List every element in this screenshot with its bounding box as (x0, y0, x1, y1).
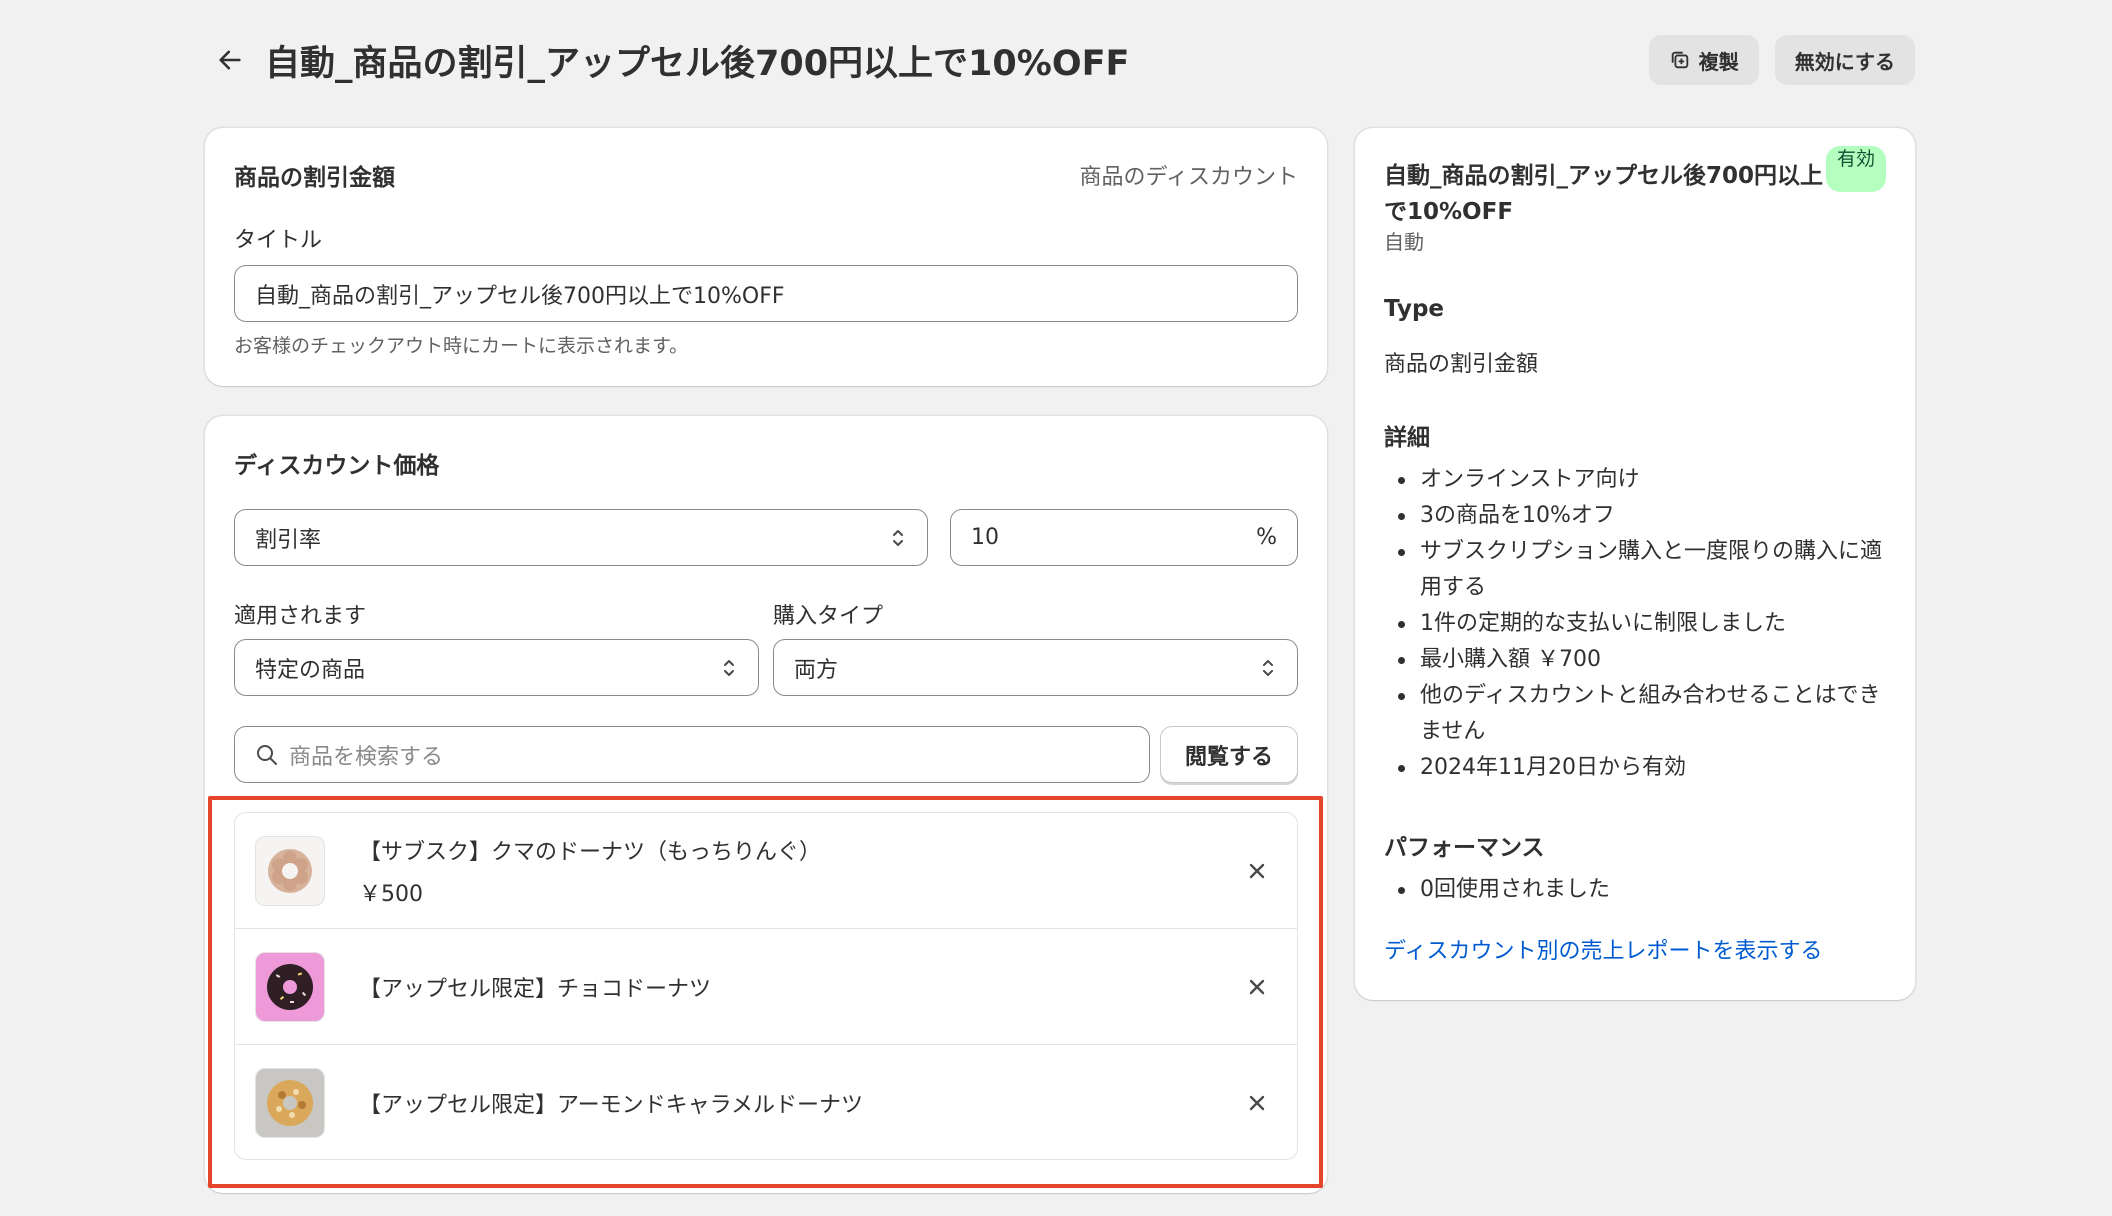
performance-list: 0回使用されました (1390, 872, 1890, 908)
detail-item: 他のディスカウントと組み合わせることはできません (1390, 678, 1890, 750)
card-header: 商品の割引金額 商品のディスカウント (234, 158, 1298, 192)
detail-item: オンラインストア向け (1390, 462, 1890, 498)
browse-button[interactable]: 閲覧する (1160, 726, 1298, 783)
title-help-text: お客様のチェックアウト時にカートに表示されます。 (234, 335, 689, 357)
details-list: オンラインストア向け 3の商品を10%オフ サブスクリプション購入と一度限りの購… (1390, 462, 1890, 786)
product-info: 【サブスク】クマのドーナツ（もっちりんぐ） ￥500 (359, 834, 1237, 908)
purchase-type-label: 購入タイプ (773, 604, 884, 629)
product-name: 【アップセル限定】アーモンドキャラメルドーナツ (359, 1093, 864, 1118)
product-row: 【アップセル限定】チョコドーナツ (235, 929, 1297, 1045)
card-heading: 商品の割引金額 (234, 165, 395, 191)
title-input-value: 自動_商品の割引_アップセル後700円以上で10%OFF (255, 283, 785, 309)
discount-type-label: 商品のディスカウント (1079, 165, 1298, 190)
summary-card: 自動_商品の割引_アップセル後700円以上で10%OFF 有効 自動 Type … (1355, 128, 1915, 1000)
duplicate-button[interactable]: 複製 (1648, 35, 1759, 85)
deactivate-label: 無効にする (1794, 49, 1895, 74)
type-heading: Type (1384, 296, 1445, 322)
product-search-input[interactable]: 商品を検索する (234, 726, 1150, 783)
selected-products-list: 【サブスク】クマのドーナツ（もっちりんぐ） ￥500 【アップセル限定】チョコド… (234, 812, 1298, 1160)
select-chevron-icon (720, 655, 738, 681)
page-header: 自動_商品の割引_アップセル後700円以上で10%OFF 複製 無効にする (205, 30, 1915, 90)
title-field-label: タイトル (234, 228, 323, 253)
applies-to-select[interactable]: 特定の商品 (234, 639, 759, 696)
product-name: 【サブスク】クマのドーナツ（もっちりんぐ） (359, 839, 822, 865)
value-input[interactable]: 10 % (950, 509, 1298, 566)
applies-to-value: 特定の商品 (255, 657, 366, 683)
detail-item: 1件の定期的な支払いに制限しました (1390, 606, 1890, 642)
percent-suffix: % (1256, 525, 1277, 550)
card-heading: ディスカウント価格 (234, 453, 440, 479)
detail-item: 2024年11月20日から有効 (1390, 750, 1890, 786)
value-type-select[interactable]: 割引率 (234, 509, 928, 566)
discount-title-card: 商品の割引金額 商品のディスカウント タイトル 自動_商品の割引_アップセル後7… (205, 128, 1327, 386)
product-info: 【アップセル限定】アーモンドキャラメルドーナツ (359, 1087, 1237, 1119)
title-input[interactable]: 自動_商品の割引_アップセル後700円以上で10%OFF (234, 265, 1298, 322)
detail-item: サブスクリプション購入と一度限りの購入に適用する (1390, 534, 1890, 606)
detail-item: 最小購入額 ￥700 (1390, 642, 1890, 678)
summary-method: 自動 (1384, 230, 1424, 254)
donut-image-icon (268, 848, 312, 893)
detail-item: 3の商品を10%オフ (1390, 498, 1890, 534)
product-row: 【アップセル限定】アーモンドキャラメルドーナツ (235, 1045, 1297, 1159)
applies-to-label: 適用されます (234, 604, 367, 629)
sales-report-link[interactable]: ディスカウント別の売上レポートを表示する (1384, 933, 1822, 965)
duplicate-label: 複製 (1698, 49, 1739, 74)
status-badge: 有効 (1826, 146, 1886, 192)
close-icon (1249, 1095, 1265, 1111)
select-chevron-icon (889, 525, 907, 551)
performance-item: 0回使用されました (1390, 872, 1890, 908)
deactivate-button[interactable]: 無効にする (1774, 35, 1915, 85)
remove-product-button[interactable] (1237, 967, 1277, 1007)
performance-heading: パフォーマンス (1384, 835, 1545, 861)
arrow-left-icon (219, 50, 241, 70)
close-icon (1249, 863, 1265, 878)
type-value: 商品の割引金額 (1384, 352, 1539, 377)
value-input-value: 10 (971, 525, 999, 550)
details-heading: 詳細 (1384, 425, 1430, 451)
page-title: 自動_商品の割引_アップセル後700円以上で10%OFF (265, 43, 1130, 84)
select-chevron-icon (1259, 655, 1277, 681)
value-type-value: 割引率 (255, 527, 322, 553)
product-info: 【アップセル限定】チョコドーナツ (359, 971, 1237, 1003)
header-actions: 複製 無効にする (1648, 35, 1915, 85)
product-price: ￥500 (359, 881, 423, 907)
remove-product-button[interactable] (1237, 1083, 1277, 1123)
product-thumbnail (255, 1068, 325, 1138)
product-thumbnail (255, 835, 325, 906)
almond-donut-image-icon (267, 1080, 313, 1126)
search-placeholder: 商品を検索する (289, 744, 444, 770)
duplicate-icon (1671, 51, 1689, 69)
chocolate-donut-image-icon (267, 963, 313, 1010)
product-row: 【サブスク】クマのドーナツ（もっちりんぐ） ￥500 (235, 813, 1297, 929)
close-icon (1249, 979, 1265, 994)
purchase-type-value: 両方 (794, 657, 839, 683)
product-name: 【アップセル限定】チョコドーナツ (359, 976, 712, 1002)
back-button[interactable] (205, 35, 255, 85)
remove-product-button[interactable] (1237, 851, 1277, 891)
discount-value-card: ディスカウント価格 割引率 10 % 適用されます 購入タイプ 特定の商品 両方… (205, 416, 1327, 1193)
product-thumbnail (255, 951, 325, 1022)
search-icon (257, 744, 277, 765)
summary-title: 自動_商品の割引_アップセル後700円以上で10%OFF (1384, 163, 1824, 225)
purchase-type-select[interactable]: 両方 (773, 639, 1298, 696)
